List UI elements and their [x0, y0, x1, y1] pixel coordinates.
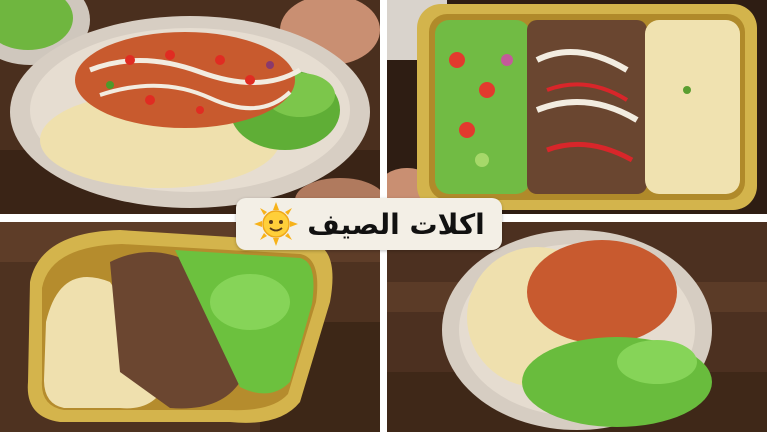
photo-bottom-right-plate	[387, 222, 767, 432]
banner-title: اكلات الصيف	[307, 207, 485, 241]
photo-top-right-tray	[387, 0, 767, 214]
photo-bottom-left-tray	[0, 222, 380, 432]
photo-top-left-plate	[0, 0, 380, 214]
title-banner: اكلات الصيف	[236, 198, 502, 250]
sun-smiley-icon	[254, 202, 299, 246]
